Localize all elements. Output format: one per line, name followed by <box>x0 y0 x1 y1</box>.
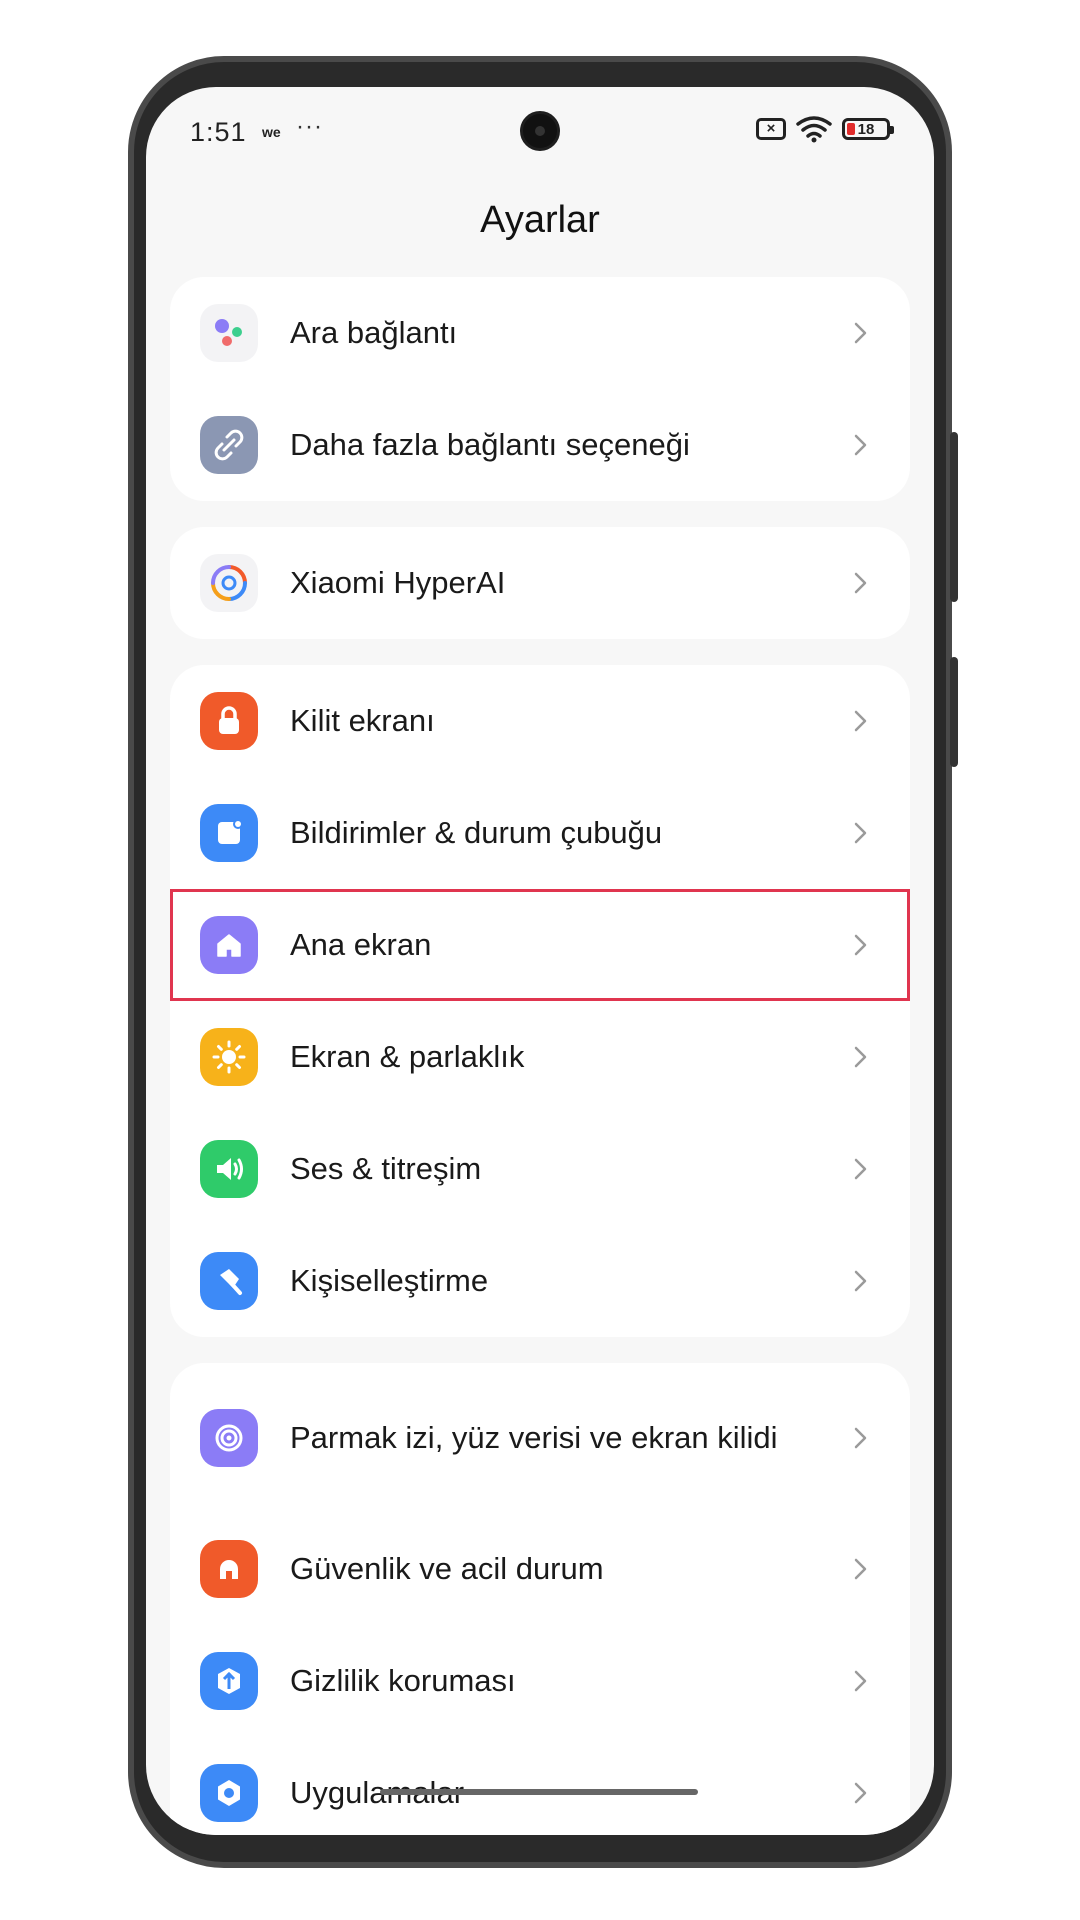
power-button <box>950 657 958 767</box>
front-camera <box>520 111 560 151</box>
privacy-icon <box>200 1652 258 1710</box>
volume-button <box>950 432 958 602</box>
settings-group: Kilit ekranı Bildirimler & durum çubuğu <box>170 665 910 1337</box>
chevron-right-icon <box>854 322 867 344</box>
settings-item-label: Bildirimler & durum çubuğu <box>290 815 663 850</box>
settings-item-label: Parmak izi, yüz verisi ve ekran kilidi <box>290 1420 778 1455</box>
settings-group: Ara bağlantı Daha fazla bağlantı seçeneğ… <box>170 277 910 501</box>
settings-item-label: Kilit ekranı <box>290 703 435 738</box>
lock-icon <box>200 692 258 750</box>
chevron-right-icon <box>854 1558 867 1580</box>
settings-list: Ara bağlantı Daha fazla bağlantı seçeneğ… <box>170 277 910 1835</box>
battery-icon: 18 <box>842 118 894 140</box>
settings-item-ana-ekran[interactable]: Ana ekran <box>170 889 910 1001</box>
settings-item-bildirimler[interactable]: Bildirimler & durum çubuğu <box>170 777 910 889</box>
status-bar: 1:51 we ··· × 18 <box>146 87 934 177</box>
chevron-right-icon <box>854 434 867 456</box>
chevron-right-icon <box>854 1782 867 1804</box>
settings-item-label: Güvenlik ve acil durum <box>290 1551 604 1586</box>
alert-icon <box>200 1540 258 1598</box>
battery-level: 18 <box>857 120 875 138</box>
sun-icon <box>200 1028 258 1086</box>
chevron-right-icon <box>854 1427 867 1449</box>
settings-item-label: Ses & titreşim <box>290 1151 482 1186</box>
settings-item-label: Kişiselleştirme <box>290 1263 489 1298</box>
status-time: 1:51 <box>190 117 247 147</box>
notification-icon <box>200 804 258 862</box>
settings-item-ekran-parlaklik[interactable]: Ekran & parlaklık <box>170 1001 910 1113</box>
settings-item-daha-fazla-baglanti[interactable]: Daha fazla bağlantı seçeneği <box>170 389 910 501</box>
hyperai-swirl-icon <box>200 554 258 612</box>
settings-item-label: Xiaomi HyperAI <box>290 565 506 600</box>
link-icon <box>200 416 258 474</box>
carrier-icon: we <box>262 124 281 140</box>
chevron-right-icon <box>854 572 867 594</box>
no-sim-icon: × <box>756 118 786 140</box>
chevron-right-icon <box>854 934 867 956</box>
settings-item-gizlilik[interactable]: Gizlilik koruması <box>170 1625 910 1737</box>
more-notifications-icon: ··· <box>296 113 323 140</box>
settings-item-label: Gizlilik koruması <box>290 1663 516 1698</box>
settings-item-label: Ekran & parlaklık <box>290 1039 525 1074</box>
settings-item-uygulamalar[interactable]: Uygulamalar <box>170 1737 910 1835</box>
settings-item-xiaomi-hyperai[interactable]: Xiaomi HyperAI <box>170 527 910 639</box>
speaker-icon <box>200 1140 258 1198</box>
page-title: Ayarlar <box>480 199 600 241</box>
settings-group: Xiaomi HyperAI <box>170 527 910 639</box>
settings-item-kilit-ekrani[interactable]: Kilit ekranı <box>170 665 910 777</box>
chevron-right-icon <box>854 1046 867 1068</box>
settings-item-parmak-izi[interactable]: Parmak izi, yüz verisi ve ekran kilidi <box>170 1363 910 1513</box>
chevron-right-icon <box>854 1670 867 1692</box>
settings-item-kisisellestirme[interactable]: Kişiselleştirme <box>170 1225 910 1337</box>
screen: 1:51 we ··· × 18 Ayarlar Ara bağlantı Da… <box>146 87 934 1835</box>
settings-item-ara-baglanti[interactable]: Ara bağlantı <box>170 277 910 389</box>
brush-icon <box>200 1252 258 1310</box>
settings-item-label: Daha fazla bağlantı seçeneği <box>290 427 690 462</box>
settings-item-label: Ara bağlantı <box>290 315 458 350</box>
chevron-right-icon <box>854 822 867 844</box>
chevron-right-icon <box>854 1158 867 1180</box>
settings-item-label: Ana ekran <box>290 927 432 962</box>
home-icon <box>200 916 258 974</box>
chevron-right-icon <box>854 1270 867 1292</box>
wifi-icon <box>796 116 832 143</box>
settings-group: Parmak izi, yüz verisi ve ekran kilidi G… <box>170 1363 910 1835</box>
settings-item-guvenlik[interactable]: Güvenlik ve acil durum <box>170 1513 910 1625</box>
home-indicator[interactable] <box>380 1789 698 1795</box>
settings-item-ses-titresim[interactable]: Ses & titreşim <box>170 1113 910 1225</box>
apps-icon <box>200 1764 258 1822</box>
dots-cluster-icon <box>200 304 258 362</box>
chevron-right-icon <box>854 710 867 732</box>
fingerprint-icon <box>200 1409 258 1467</box>
